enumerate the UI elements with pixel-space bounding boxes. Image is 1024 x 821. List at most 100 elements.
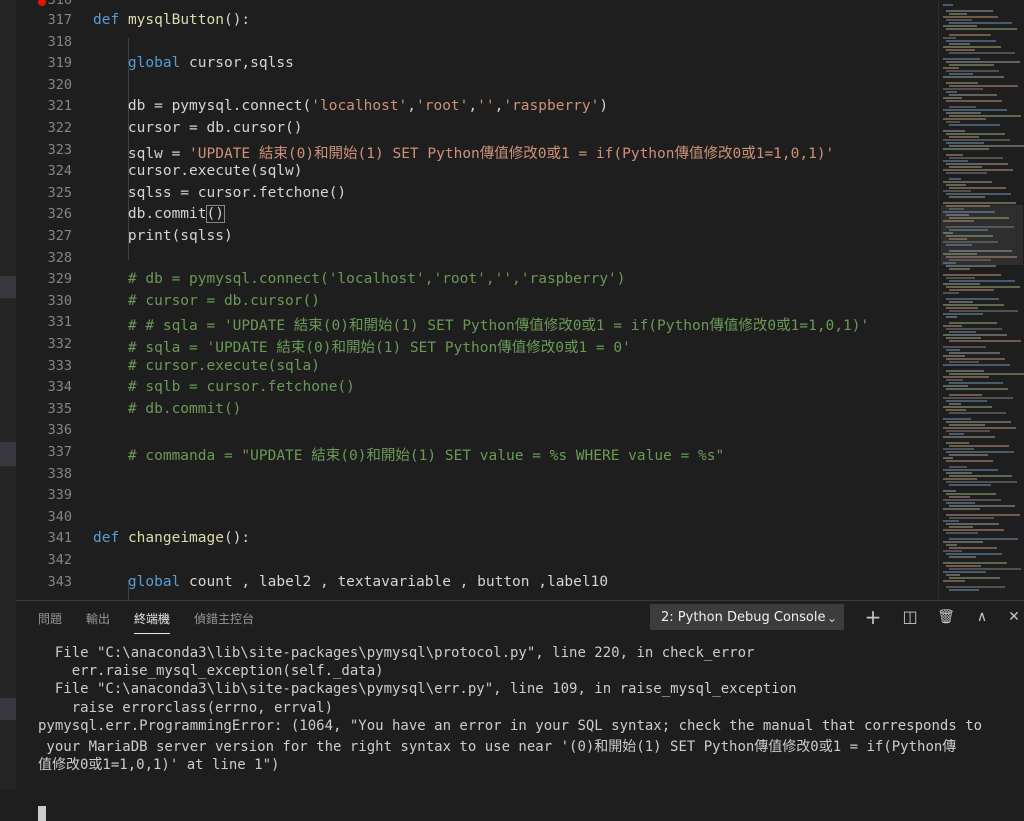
minimap-line <box>946 544 957 546</box>
minimap-line <box>949 445 1009 447</box>
minimap-line <box>943 109 1007 111</box>
line-number: 323 <box>47 141 72 158</box>
tab-problems[interactable]: 問題 <box>38 610 62 627</box>
minimap-line <box>943 220 974 222</box>
minimap-line <box>946 256 1017 258</box>
split-terminal-icon[interactable]: ◫ <box>898 605 922 629</box>
minimap-line <box>946 277 975 279</box>
minimap-line <box>949 526 973 528</box>
minimap-line <box>946 70 999 72</box>
line-number: 316 <box>47 0 72 8</box>
minimap-line <box>943 571 986 573</box>
minimap-line <box>943 283 980 285</box>
minimap-line <box>946 316 957 318</box>
trash-icon[interactable]: 🗑 <box>934 605 958 629</box>
terminal-cursor <box>38 806 46 821</box>
minimap-line <box>943 76 1004 78</box>
line-number: 332 <box>47 336 72 352</box>
minimap-line <box>943 418 971 420</box>
minimap-line <box>946 574 960 576</box>
minimap-line <box>943 529 1004 531</box>
terminal-line: 值修改0或1=1,0,1)' at line 1") <box>38 757 280 774</box>
minimap-line <box>946 49 975 51</box>
maximize-panel-icon[interactable]: ∧ <box>970 605 994 629</box>
code-line[interactable]: # commanda = "UPDATE 結束(0)和開始(1) SET val… <box>93 444 724 465</box>
code-line[interactable]: cursor = db.cursor() <box>93 120 303 136</box>
minimap-line <box>943 46 1001 48</box>
minimap-line <box>946 565 981 567</box>
minimap-line <box>949 34 991 36</box>
minimap[interactable] <box>938 0 1024 600</box>
minimap-line <box>943 211 995 213</box>
minimap-line <box>949 115 1021 117</box>
minimap-line <box>946 100 1002 102</box>
line-number: 327 <box>47 228 72 244</box>
minimap-line <box>943 274 1001 276</box>
code-line[interactable]: # sqlb = cursor.fetchone() <box>93 379 355 395</box>
minimap-line <box>949 73 973 75</box>
code-line[interactable]: # # sqla = 'UPDATE 結束(0)和開始(1) SET Pytho… <box>93 314 869 335</box>
minimap-line <box>946 82 978 84</box>
minimap-line <box>943 508 980 510</box>
line-number-gutter[interactable]: 316 317 318 319 320 321 322 323 324 325 326 327 328… <box>16 0 72 600</box>
minimap-line <box>949 505 1015 507</box>
code-line[interactable]: # cursor.execute(sqla) <box>93 358 320 374</box>
minimap-line <box>949 22 1012 24</box>
minimap-line <box>946 226 1014 228</box>
minimap-line <box>943 355 965 357</box>
minimap-line <box>946 121 960 123</box>
terminal-select[interactable]: 2: Python Debug Console ⌄ <box>650 604 844 630</box>
terminal-output[interactable]: File "C:\anaconda3\lib\site-packages\pym… <box>16 635 1024 821</box>
add-terminal-icon[interactable]: + <box>861 605 885 629</box>
line-number: 331 <box>47 314 72 331</box>
minimap-line <box>943 427 1016 429</box>
minimap-line <box>946 388 1008 390</box>
minimap-line <box>949 340 1021 342</box>
code-line[interactable]: sqlss = cursor.fetchone() <box>93 185 346 201</box>
line-number: 325 <box>47 184 72 201</box>
minimap-line <box>946 514 1020 516</box>
code-line[interactable]: sqlw = 'UPDATE 結束(0)和開始(1) SET Python傳值修… <box>93 142 834 163</box>
code-line[interactable]: def mysqlButton(): <box>93 12 250 28</box>
line-number: 333 <box>47 357 72 374</box>
minimap-line <box>946 214 969 216</box>
line-number: 340 <box>47 508 72 525</box>
minimap-line <box>943 541 983 543</box>
minimap-line <box>943 16 998 18</box>
code-line[interactable]: # cursor = db.cursor() <box>93 293 320 309</box>
code-line[interactable]: print(sqlss) <box>93 228 233 244</box>
code-line[interactable]: db = pymysql.connect('localhost','root',… <box>93 98 608 114</box>
minimap-line <box>946 586 1005 588</box>
minimap-line <box>946 451 1014 453</box>
minimap-line <box>943 478 977 480</box>
minimap-line <box>949 187 1006 189</box>
minimap-line <box>943 253 977 255</box>
minimap-line <box>943 376 989 378</box>
code-line[interactable]: # db = pymysql.connect('localhost','root… <box>93 271 626 287</box>
code-line[interactable]: global cursor,sqlss <box>93 55 294 71</box>
minimap-line <box>949 538 1018 540</box>
code-line[interactable]: # db.commit() <box>93 401 242 417</box>
code-line[interactable]: cursor.execute(sqlw) <box>93 163 303 179</box>
minimap-line <box>946 430 990 432</box>
minimap-line <box>943 181 992 183</box>
minimap-line <box>946 28 1017 30</box>
close-panel-icon[interactable]: ✕ <box>1002 605 1024 629</box>
minimap-line <box>943 313 983 315</box>
tab-output[interactable]: 輸出 <box>86 610 110 627</box>
minimap-line <box>943 58 980 60</box>
line-number: 339 <box>47 487 72 504</box>
line-number: 341 <box>47 530 72 547</box>
code-line[interactable]: db.commit() <box>93 205 225 224</box>
minimap-line <box>946 493 996 495</box>
minimap-line <box>949 136 979 138</box>
code-line[interactable]: def changeimage(): <box>93 530 250 546</box>
minimap-line <box>943 304 1004 306</box>
tab-terminal[interactable]: 終端機 <box>134 610 171 634</box>
code-line[interactable]: # sqla = 'UPDATE 結束(0)和開始(1) SET Python傳… <box>93 336 631 357</box>
line-number: 342 <box>47 552 72 568</box>
minimap-line <box>949 310 1018 312</box>
code-editor[interactable]: def mysqlButton(): global cursor,sqlss d… <box>70 0 938 600</box>
tab-debug-console[interactable]: 偵錯主控台 <box>194 610 254 627</box>
code-line[interactable]: global count , label2 , textavariable , … <box>93 574 608 590</box>
